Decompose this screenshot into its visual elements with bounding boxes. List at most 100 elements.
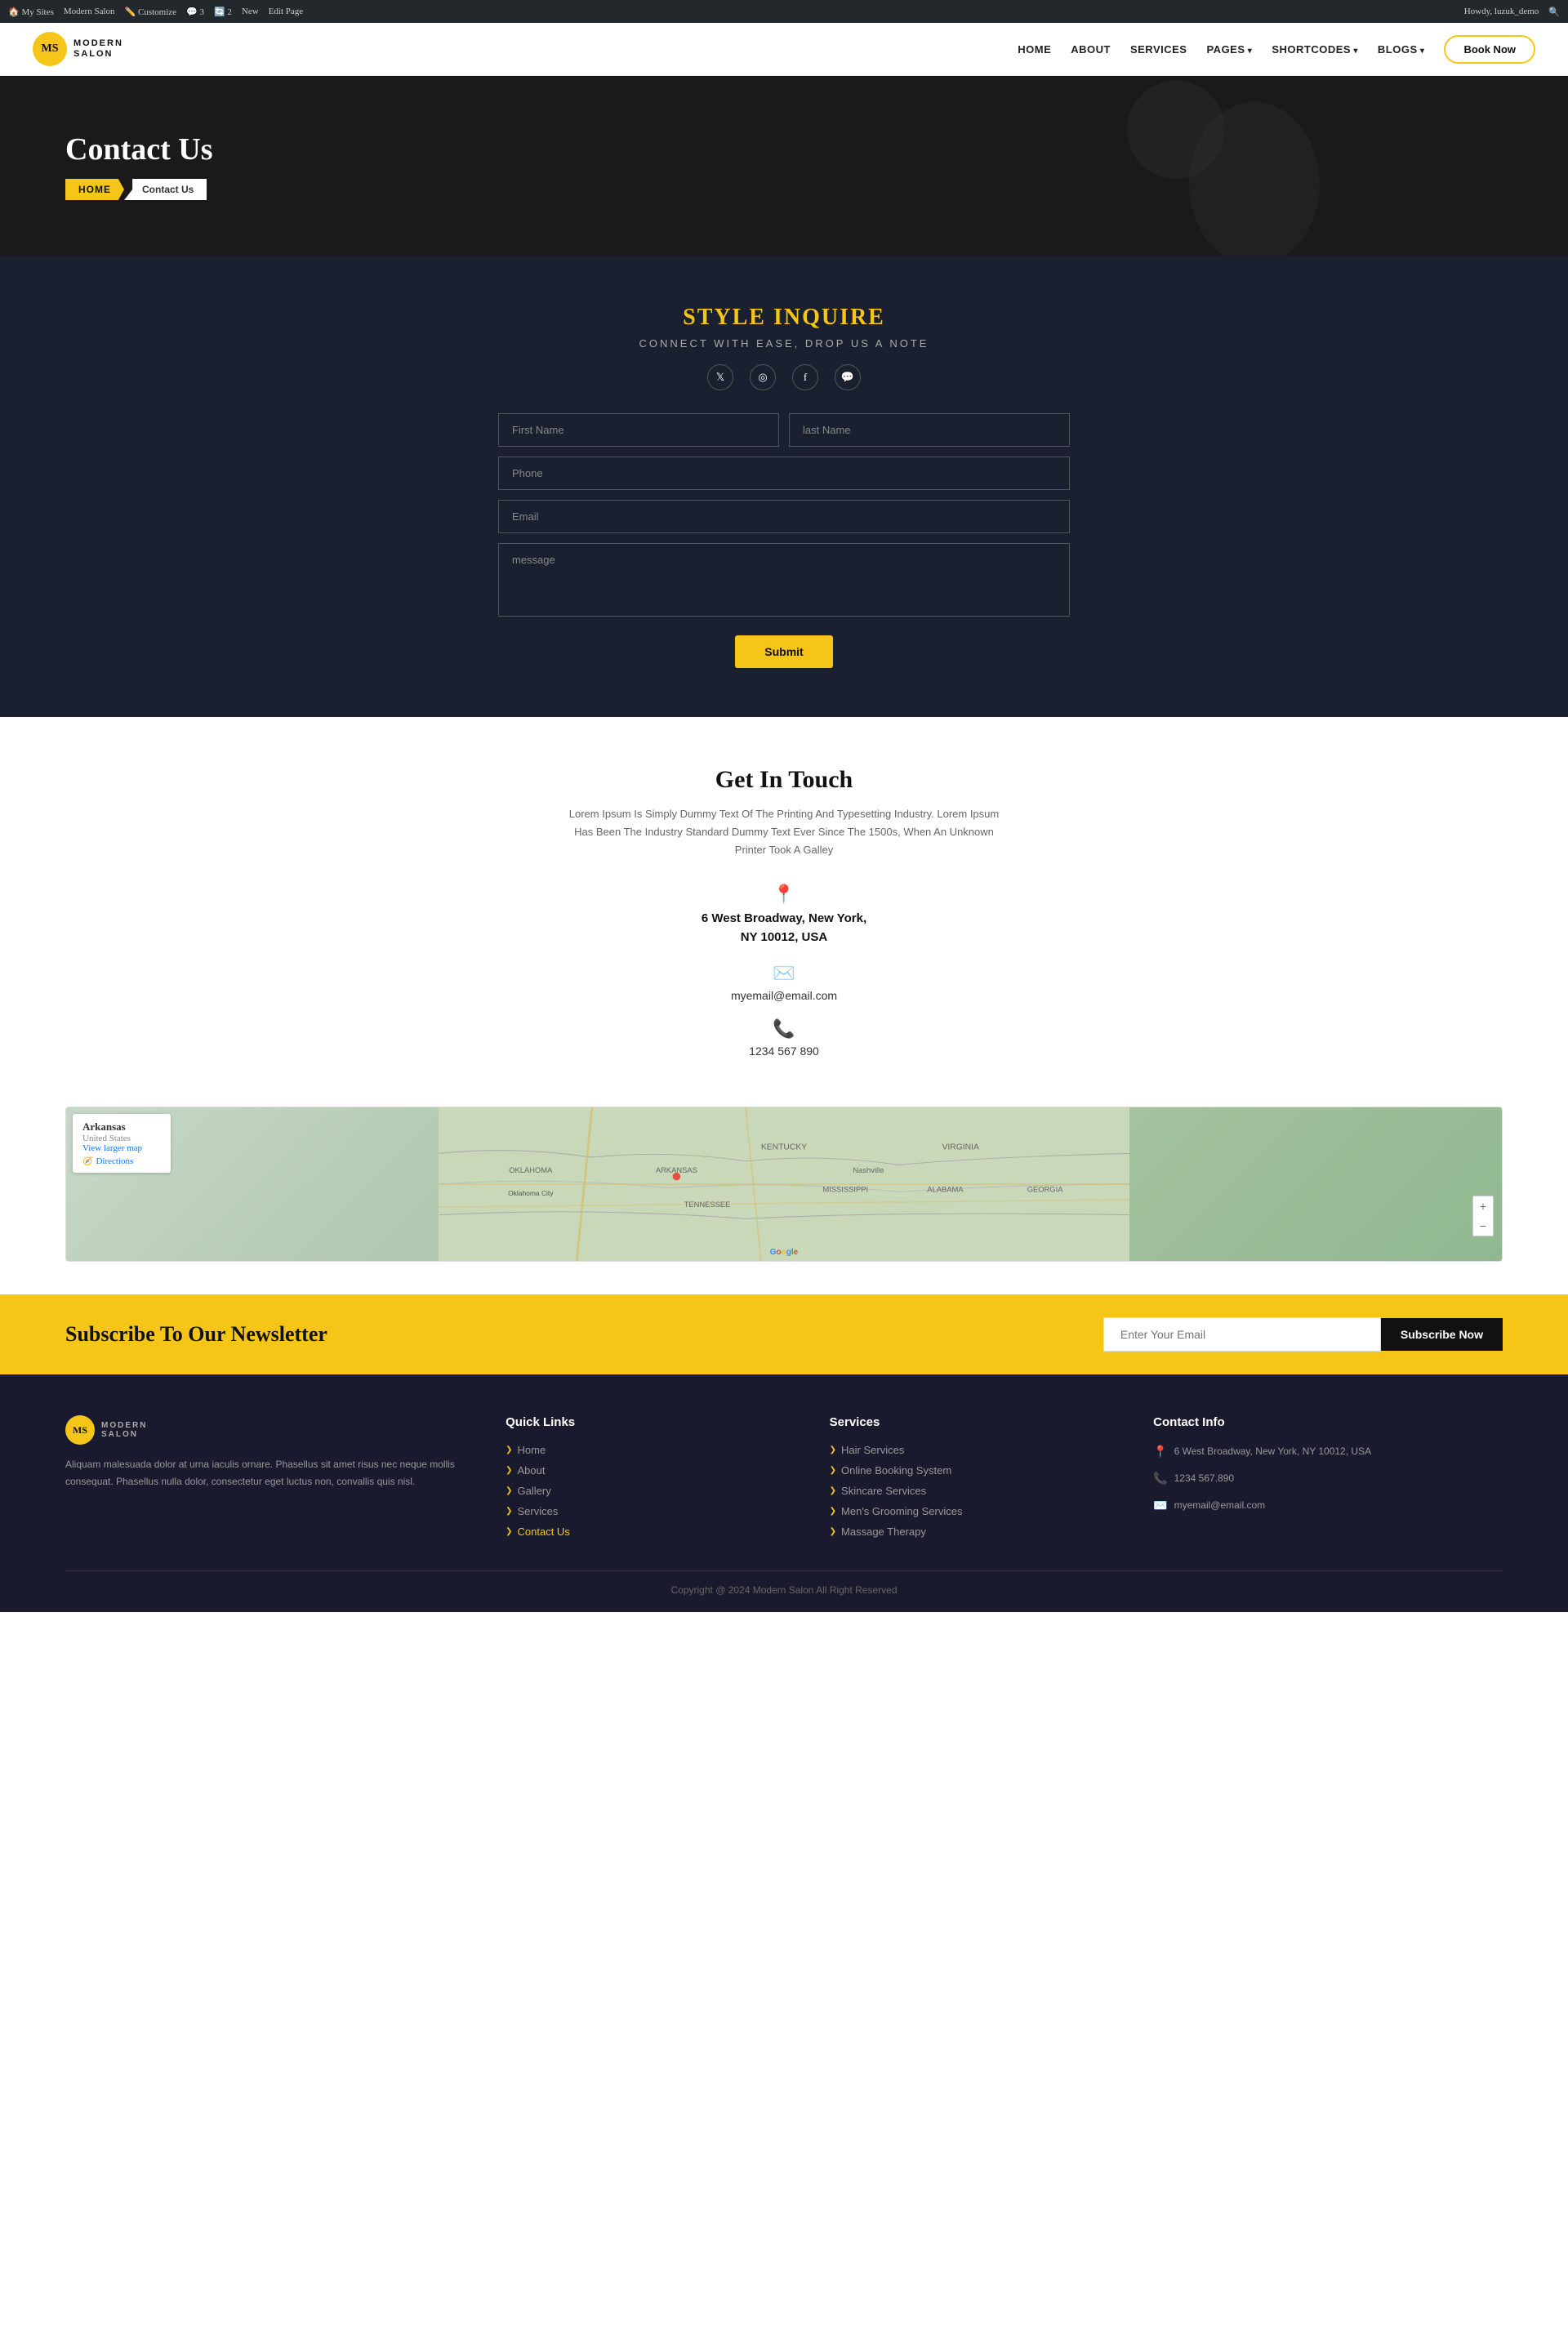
phone-icon: 📞 xyxy=(16,1018,1552,1040)
footer-service-massage[interactable]: Massage Therapy xyxy=(830,1526,1121,1538)
admin-new[interactable]: New xyxy=(242,7,259,16)
footer-service-grooming[interactable]: Men's Grooming Services xyxy=(830,1505,1121,1517)
hero-section: Contact Us HOME Contact Us xyxy=(0,76,1568,256)
admin-bar-right: Howdy, luzuk_demo 🔍 xyxy=(1464,7,1560,17)
admin-updates[interactable]: 🔄 2 xyxy=(214,7,232,17)
map-visual: KENTUCKY VIRGINIA OKLAHOMA ARKANSAS MISS… xyxy=(66,1107,1502,1261)
footer-quick-links-list: Home About Gallery Services Contact Us xyxy=(506,1444,797,1538)
footer-service-booking[interactable]: Online Booking System xyxy=(830,1464,1121,1477)
map-state-name: Arkansas xyxy=(82,1120,161,1134)
submit-button[interactable]: Submit xyxy=(735,635,832,668)
breadcrumb-home[interactable]: HOME xyxy=(65,179,124,200)
whatsapp-icon[interactable]: 💬 xyxy=(835,364,861,390)
view-larger-map-link[interactable]: View larger map xyxy=(82,1143,142,1153)
zoom-in-button[interactable]: + xyxy=(1473,1196,1493,1216)
site-footer: MS MODERN SALON Aliquam malesuada dolor … xyxy=(0,1374,1568,1612)
svg-text:MISSISSIPPI: MISSISSIPPI xyxy=(822,1185,868,1194)
footer-email-icon: ✉️ xyxy=(1153,1499,1167,1513)
footer-logo-icon: MS xyxy=(65,1415,95,1445)
directions-link[interactable]: Directions xyxy=(96,1156,133,1166)
form-section-title: STYLE INQUIRE xyxy=(498,305,1070,331)
footer-logo-text: MODERN SALON xyxy=(101,1421,147,1439)
newsletter-email-input[interactable] xyxy=(1103,1317,1381,1352)
footer-link-about[interactable]: About xyxy=(506,1464,797,1477)
admin-bar: 🏠 My Sites Modern Salon ✏️ Customize 💬 3… xyxy=(0,0,1568,23)
phone-input[interactable] xyxy=(498,457,1070,490)
footer-contact-phone-item: 📞 1234 567.890 xyxy=(1153,1471,1503,1486)
twitter-icon[interactable]: 𝕏 xyxy=(707,364,733,390)
nav-home[interactable]: HOME xyxy=(1018,43,1051,56)
footer-phone-text: 1234 567.890 xyxy=(1174,1471,1234,1486)
footer-link-services[interactable]: Services xyxy=(506,1505,797,1517)
breadcrumb-current: Contact Us xyxy=(124,179,207,200)
footer-brand-col: MS MODERN SALON Aliquam malesuada dolor … xyxy=(65,1415,473,1546)
contact-form: Submit xyxy=(498,413,1070,668)
footer-address-text: 6 West Broadway, New York, NY 10012, USA xyxy=(1174,1444,1371,1459)
address-text: 6 West Broadway, New York,NY 10012, USA xyxy=(16,910,1552,947)
name-row xyxy=(498,413,1070,447)
logo-text: MODERN SALON xyxy=(74,38,123,60)
nav-blogs[interactable]: BLOGS xyxy=(1378,43,1425,56)
footer-logo[interactable]: MS MODERN SALON xyxy=(65,1415,473,1445)
svg-text:Oklahoma City: Oklahoma City xyxy=(508,1189,554,1197)
newsletter-section: Subscribe To Our Newsletter Subscribe No… xyxy=(0,1294,1568,1374)
admin-my-sites[interactable]: 🏠 My Sites xyxy=(8,7,54,17)
phone-item: 📞 1234 567 890 xyxy=(16,1018,1552,1058)
first-name-input[interactable] xyxy=(498,413,779,447)
git-title: Get In Touch xyxy=(16,766,1552,794)
nav-about[interactable]: ABOUT xyxy=(1071,43,1111,56)
map-info-overlay: Arkansas United States View larger map 🧭… xyxy=(73,1114,171,1173)
svg-text:Nashville: Nashville xyxy=(853,1165,884,1174)
admin-search-icon[interactable]: 🔍 xyxy=(1548,7,1560,17)
hero-bg-image xyxy=(0,76,1568,256)
git-description: Lorem Ipsum Is Simply Dummy Text Of The … xyxy=(559,805,1009,859)
instagram-icon[interactable]: ◎ xyxy=(750,364,776,390)
footer-link-gallery[interactable]: Gallery xyxy=(506,1485,797,1497)
book-now-button[interactable]: Book Now xyxy=(1444,35,1535,64)
footer-contact-email-item: ✉️ myemail@email.com xyxy=(1153,1498,1503,1513)
email-icon: ✉️ xyxy=(16,963,1552,984)
admin-bar-left: 🏠 My Sites Modern Salon ✏️ Customize 💬 3… xyxy=(8,7,303,17)
site-header: MS MODERN SALON HOME ABOUT SERVICES PAGE… xyxy=(0,23,1568,76)
google-logo: Google xyxy=(770,1248,798,1257)
last-name-input[interactable] xyxy=(789,413,1070,447)
email-input[interactable] xyxy=(498,500,1070,533)
nav-shortcodes[interactable]: SHORTCODES xyxy=(1272,43,1358,56)
directions-icon: 🧭 xyxy=(82,1157,92,1166)
nav-services[interactable]: SERVICES xyxy=(1130,43,1187,56)
breadcrumb: HOME Contact Us xyxy=(65,179,212,200)
map-container[interactable]: KENTUCKY VIRGINIA OKLAHOMA ARKANSAS MISS… xyxy=(65,1107,1503,1262)
get-in-touch-section: Get In Touch Lorem Ipsum Is Simply Dummy… xyxy=(0,717,1568,1107)
subscribe-button[interactable]: Subscribe Now xyxy=(1381,1318,1503,1351)
admin-edit-page[interactable]: Edit Page xyxy=(269,7,303,16)
footer-services-col: Services Hair Services Online Booking Sy… xyxy=(830,1415,1121,1546)
main-nav: HOME ABOUT SERVICES PAGES SHORTCODES BLO… xyxy=(1018,35,1535,64)
location-icon: 📍 xyxy=(16,884,1552,905)
footer-grid: MS MODERN SALON Aliquam malesuada dolor … xyxy=(65,1415,1503,1546)
zoom-out-button[interactable]: − xyxy=(1473,1216,1493,1236)
admin-customize[interactable]: ✏️ Customize xyxy=(125,7,177,17)
footer-service-hair[interactable]: Hair Services xyxy=(830,1444,1121,1456)
email-item: ✉️ myemail@email.com xyxy=(16,963,1552,1002)
footer-services-title: Services xyxy=(830,1415,1121,1429)
contact-form-section: STYLE INQUIRE CONNECT WITH EASE, DROP US… xyxy=(0,256,1568,717)
nav-pages[interactable]: PAGES xyxy=(1206,43,1252,56)
logo[interactable]: MS MODERN SALON xyxy=(33,32,123,66)
footer-service-skincare[interactable]: Skincare Services xyxy=(830,1485,1121,1497)
svg-text:TENNESSEE: TENNESSEE xyxy=(684,1200,731,1209)
footer-copyright: Copyright @ 2024 Modern Salon All Right … xyxy=(65,1570,1503,1596)
footer-link-home[interactable]: Home xyxy=(506,1444,797,1456)
footer-services-list: Hair Services Online Booking System Skin… xyxy=(830,1444,1121,1538)
admin-comments[interactable]: 💬 3 xyxy=(186,7,204,17)
admin-modern-salon[interactable]: Modern Salon xyxy=(64,7,115,16)
phone-text: 1234 567 890 xyxy=(16,1045,1552,1058)
hero-content: Contact Us HOME Contact Us xyxy=(65,131,212,200)
footer-link-contact[interactable]: Contact Us xyxy=(506,1526,797,1538)
message-input[interactable] xyxy=(498,543,1070,617)
facebook-icon[interactable]: f xyxy=(792,364,818,390)
footer-contact-col: Contact Info 📍 6 West Broadway, New York… xyxy=(1153,1415,1503,1546)
email-text: myemail@email.com xyxy=(16,989,1552,1002)
footer-email-text: myemail@email.com xyxy=(1174,1498,1266,1512)
hero-title: Contact Us xyxy=(65,131,212,167)
svg-text:KENTUCKY: KENTUCKY xyxy=(761,1143,807,1152)
